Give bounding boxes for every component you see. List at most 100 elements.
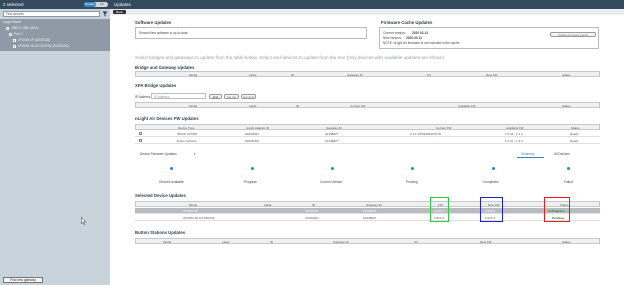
- completed-label: Completed: [483, 180, 499, 184]
- table-row[interactable]: Entire Network 90002D04 01448827 - 1.5.4…: [135, 138, 600, 144]
- cell-id: 32003CB: [305, 209, 318, 213]
- selected-updates-heading: Selected Device Updates: [135, 193, 186, 198]
- col-label: Label: [249, 104, 257, 108]
- filter-input[interactable]: Find devices: [3, 11, 100, 17]
- tree-checkbox[interactable]: [13, 39, 16, 42]
- col-model: Model: [189, 203, 198, 207]
- top-bar: 2 selected Update Clr Updates: [0, 0, 624, 9]
- ip-address-input[interactable]: IP Address: [151, 93, 206, 99]
- progress-icon: [251, 167, 254, 170]
- pending-label: Pending: [406, 180, 418, 184]
- tree-node-device[interactable]: xPODM 4D-DX 0D1FW (2120042C): [18, 44, 69, 48]
- filter-icon[interactable]: [102, 11, 108, 17]
- tree-node-site[interactable]: 1885 S 1650 (SEA): [11, 26, 38, 30]
- col-si: S/I: [414, 240, 418, 244]
- col-label: Label: [249, 73, 257, 77]
- tree-checkbox[interactable]: [9, 33, 12, 36]
- col-si: S/I: [427, 73, 431, 77]
- current-version-label: Current version:: [383, 31, 406, 35]
- nlight-air-heading: nLight Air Devices FW Updates: [135, 116, 199, 121]
- cell-status: Ready: [570, 139, 579, 143]
- selected-table-header: Model Label ID Gateway ID FW New FW Stat…: [135, 201, 600, 207]
- bridge-gateway-heading: Bridge and Gateway Updates: [135, 65, 195, 70]
- bridge-gateway-table-header: Model Label ID Gateway ID S/I New FW Sta…: [135, 71, 600, 77]
- update-toggle[interactable]: Update Clr: [84, 2, 108, 7]
- nlight-air-table-header: Device Type nLight Adaptor ID Gateway ID…: [135, 124, 600, 130]
- cell-device-type: rBCVD 9LTWR: [177, 132, 198, 136]
- selection-count: 2 selected: [3, 2, 24, 7]
- col-gateway-id: Gateway ID: [366, 203, 382, 207]
- toggle-off-label: Clr: [100, 2, 104, 6]
- find-button[interactable]: Find: [209, 94, 222, 99]
- device-firmware-select[interactable]: Device Firmware Updates: [140, 152, 177, 156]
- devices-available-label: Devices Available: [159, 180, 184, 184]
- toggle-on-label: Update: [84, 2, 96, 7]
- col-new-fw: New FW: [480, 240, 492, 244]
- new-version-label: New version:: [383, 36, 402, 40]
- active-tab-indicator: [517, 157, 544, 158]
- col-model: Model: [189, 104, 198, 108]
- mouse-cursor-icon: [81, 217, 86, 225]
- cell-device-type: Entire Network: [177, 139, 197, 143]
- cell-available-fw: 1.5.41 - 1.3.4: [505, 139, 523, 143]
- firmware-cache-heading: Firmware Cache Updates: [381, 20, 433, 25]
- tree-checkbox[interactable]: [6, 27, 9, 30]
- cell-model: xPODM 4P: [183, 209, 199, 213]
- table-row[interactable]: xPODM 4P 32003CB 01448827 2.023.4 2.026.…: [135, 208, 600, 214]
- get-version-button[interactable]: Get Ver: [224, 94, 239, 99]
- table-row[interactable]: rBCVD 9LTWR 90002D04 01448827 2.4.1.16*6…: [135, 131, 600, 137]
- pending-icon: [411, 167, 414, 170]
- software-heading: Software Updates: [135, 20, 172, 25]
- col-gateway-id: Gateway ID: [326, 126, 342, 130]
- cell-id: 2120042C: [305, 216, 319, 220]
- cell-current-fw: -: [435, 139, 436, 143]
- tree-checkbox[interactable]: [13, 45, 16, 48]
- cell-gateway-id: 01448827: [325, 139, 339, 143]
- updates-main: Back Software Updates SensorView softwar…: [110, 9, 624, 285]
- tree-node-root[interactable]: nLight Mixed: [3, 20, 21, 24]
- cell-available-fw: 1.5.41 - 1.3.4: [505, 132, 523, 136]
- cell-gateway-id: 01448827: [363, 209, 377, 213]
- col-device-type: Device Type: [178, 126, 195, 130]
- software-status: SensorView software is up-to-date: [139, 31, 188, 35]
- col-adaptor-id: nLight Adaptor ID: [246, 126, 270, 130]
- new-fw-highlight-box: [480, 197, 503, 222]
- get-sect-button[interactable]: Get Sect: [241, 94, 256, 99]
- row-checkbox[interactable]: [139, 139, 142, 142]
- table-row[interactable]: xPODM 4D-DX 0D1FW 2120042C 01448827 2.02…: [135, 215, 600, 221]
- col-id: ID: [270, 240, 273, 244]
- cache-note: NOTE: nLight Air firmware is not include…: [383, 41, 461, 45]
- current-version-label: Current Version: [320, 180, 343, 184]
- fw-highlight-box: [430, 197, 449, 222]
- col-label: Label: [264, 203, 272, 207]
- page-title: Updates: [114, 2, 131, 7]
- failed-icon: [567, 167, 570, 170]
- status-highlight-box: [544, 197, 570, 222]
- tree-node-device[interactable]: xPODM 4P (32003CB): [18, 38, 50, 42]
- ip-address-label: IP Address: [135, 95, 151, 99]
- find-new-gateway-button[interactable]: Find new gateway: [3, 277, 43, 283]
- new-version-value: 2020.03.13: [406, 36, 422, 40]
- cell-model: xPODM 4D-DX 0D1FW: [183, 216, 215, 220]
- update-firmware-cache-button[interactable]: Update Firmware Cache: [550, 32, 596, 37]
- col-available-fw: Available FW: [506, 126, 524, 130]
- col-id: ID: [296, 104, 299, 108]
- col-label: Label: [222, 240, 230, 244]
- tree-node-port[interactable]: Port 4: [14, 32, 23, 36]
- intro-text: Select bridges and gateways to update fr…: [135, 55, 446, 60]
- tab-summary[interactable]: Summary: [521, 152, 535, 156]
- button-stations-table-header: Model Label ID Gateway ID S/I New FW Sta…: [135, 238, 600, 244]
- device-tree-panel: Find devices nLight Mixed 1885 S 1650 (S…: [0, 9, 110, 285]
- completed-icon: [492, 167, 495, 170]
- progress-label: Progress: [244, 180, 257, 184]
- button-stations-heading: Button Stations Updates: [135, 230, 186, 235]
- back-button[interactable]: Back: [113, 10, 126, 14]
- cell-status: Ready: [570, 132, 579, 136]
- tab-all-devices[interactable]: All Devices: [554, 152, 570, 156]
- col-id: ID: [312, 203, 315, 207]
- toolbar: Back: [110, 9, 624, 15]
- device-tree: nLight Mixed 1885 S 1650 (SEA) Port 4 xP…: [0, 19, 110, 51]
- row-checkbox[interactable]: [139, 132, 142, 135]
- chevron-down-icon: ▾: [194, 152, 196, 156]
- cell-gateway-id: 01448827: [325, 132, 339, 136]
